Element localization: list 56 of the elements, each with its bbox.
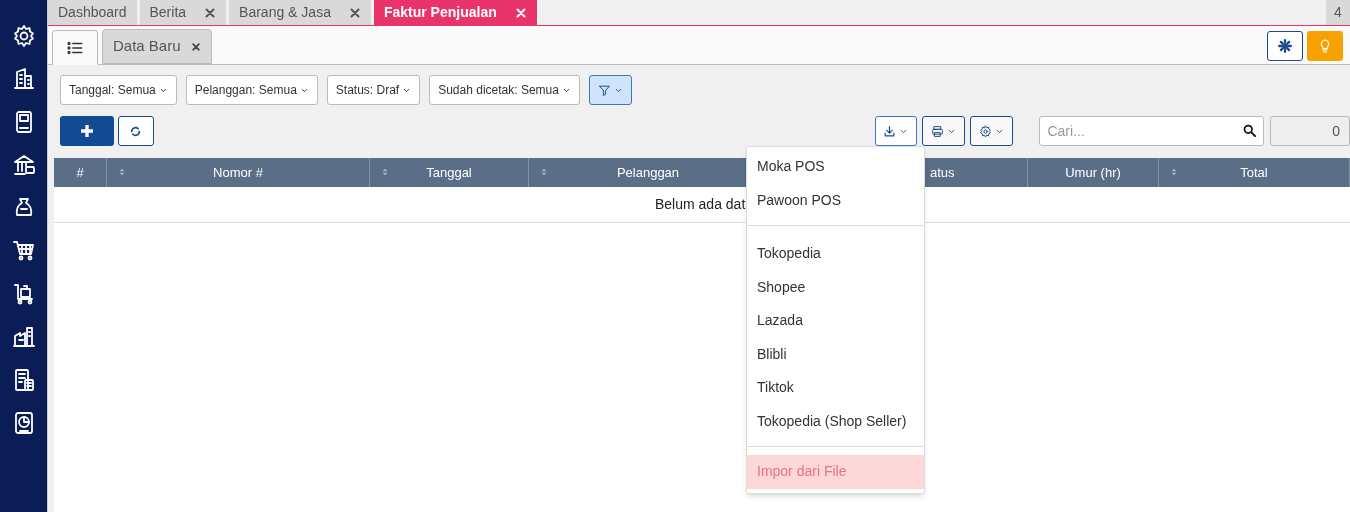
- tab[interactable]: Data Baru: [102, 29, 212, 64]
- plus-icon: [78, 123, 95, 139]
- filter-dropdown[interactable]: Pelanggan: Semua: [185, 75, 318, 105]
- cart-icon[interactable]: [11, 239, 36, 263]
- bank-icon[interactable]: [11, 153, 36, 177]
- empty-message: Belum ada dat: [654, 195, 746, 214]
- refresh-button[interactable]: [117, 116, 155, 146]
- menu-item[interactable]: Shopee: [747, 270, 924, 304]
- factory-icon[interactable]: [11, 325, 36, 349]
- add-button[interactable]: [60, 116, 114, 146]
- print-button[interactable]: [922, 116, 965, 146]
- menu-item[interactable]: Tokopedia (Shop Seller): [747, 404, 924, 438]
- gear-icon[interactable]: [11, 24, 36, 48]
- list-tab[interactable]: [52, 30, 98, 65]
- close-icon[interactable]: [514, 6, 527, 19]
- menu-item[interactable]: Tokopedia: [747, 237, 924, 271]
- menu-item[interactable]: Moka POS: [747, 150, 924, 184]
- settings-button[interactable]: [1267, 31, 1303, 61]
- download-button[interactable]: [874, 116, 918, 146]
- column-header[interactable]: Pelanggan: [616, 162, 680, 183]
- printer-icon: [931, 124, 945, 138]
- sort-icon[interactable]: [1169, 166, 1179, 178]
- menu-item[interactable]: Lazada: [747, 304, 924, 338]
- tab[interactable]: Faktur Penjualan: [373, 0, 537, 25]
- menu-item[interactable]: Pawoon POS: [747, 183, 924, 217]
- sort-icon[interactable]: [117, 166, 127, 178]
- tab-count: 4: [1326, 0, 1350, 25]
- filter-dropdown[interactable]: Sudah dicetak: Semua: [429, 75, 580, 105]
- settings-button[interactable]: [969, 116, 1013, 146]
- search-icon[interactable]: [1242, 123, 1258, 138]
- tab[interactable]: Dashboard: [48, 0, 137, 25]
- close-icon[interactable]: [348, 6, 361, 19]
- filter-dropdown[interactable]: Tanggal: Semua: [60, 75, 177, 105]
- column-header[interactable]: Tanggal: [426, 162, 472, 183]
- column-header[interactable]: atus: [930, 162, 955, 183]
- column-header[interactable]: Nomor #: [213, 162, 263, 183]
- search-field[interactable]: Cari...: [1039, 116, 1265, 146]
- column-header[interactable]: Total: [1240, 162, 1268, 183]
- sort-icon[interactable]: [539, 166, 549, 178]
- hand-truck-icon[interactable]: [11, 282, 36, 306]
- column-header[interactable]: #: [76, 162, 84, 183]
- close-icon[interactable]: [190, 41, 201, 52]
- close-icon[interactable]: [204, 6, 217, 19]
- record-count: 0: [1270, 116, 1350, 146]
- tab[interactable]: Berita: [139, 0, 227, 25]
- filter-icon: [597, 83, 611, 97]
- sort-icon[interactable]: [380, 166, 390, 178]
- menu-item[interactable]: Blibli: [747, 337, 924, 371]
- column-header[interactable]: Umur (hr): [1065, 162, 1121, 183]
- filter-button[interactable]: [588, 75, 632, 105]
- filter-dropdown[interactable]: Status: Draf: [326, 75, 421, 105]
- refresh-icon: [129, 124, 143, 138]
- building-icon[interactable]: [11, 67, 36, 91]
- tab[interactable]: Barang & Jasa: [229, 0, 371, 25]
- menu-item[interactable]: Tiktok: [747, 371, 924, 405]
- download-icon: [883, 124, 897, 138]
